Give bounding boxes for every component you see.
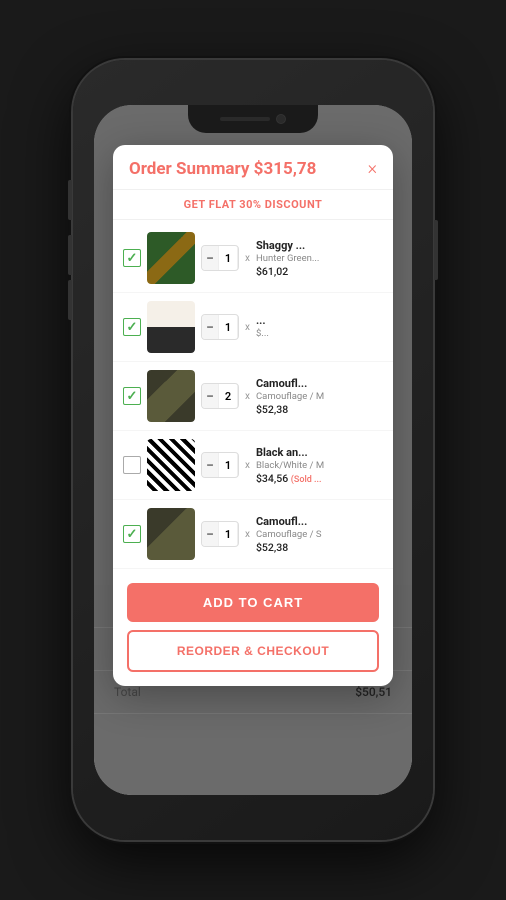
item-name-4: Black an... xyxy=(256,446,383,459)
item-price-4: $34,56 (Sold ... xyxy=(256,472,383,485)
qty-number-1: 1 xyxy=(218,246,238,270)
item-info-5: Camoufl... Camouflage / S $52,38 xyxy=(256,515,383,554)
item-image-4 xyxy=(147,439,195,491)
item-name-2: ... xyxy=(256,314,383,327)
item-image-2 xyxy=(147,301,195,353)
list-item: − 2 x Camoufl... Camouflage / M $52,38 xyxy=(113,362,393,431)
item-name-1: Shaggy ... xyxy=(256,239,383,252)
list-item: − 1 x Black an... Black/White / M $34,56… xyxy=(113,431,393,500)
item-sold-label-4: (Sold ... xyxy=(291,475,322,485)
item-info-1: Shaggy ... Hunter Green... $61,02 xyxy=(256,239,383,278)
discount-banner: GET FLAT 30% DISCOUNT xyxy=(113,190,393,220)
modal-overlay: Order Summary $315,78 × GET FLAT 30% DIS… xyxy=(94,105,412,795)
items-list: − 1 x Shaggy ... Hunter Green... $61,02 xyxy=(113,220,393,573)
x-separator-1: x xyxy=(245,253,250,264)
quantity-control-2: − 1 xyxy=(201,314,239,340)
item-info-3: Camoufl... Camouflage / M $52,38 xyxy=(256,377,383,416)
x-separator-5: x xyxy=(245,529,250,540)
modal-actions: ADD TO CART REORDER & CHECKOUT xyxy=(113,573,393,686)
item-variant-5: Camouflage / S xyxy=(256,529,383,540)
item-name-3: Camoufl... xyxy=(256,377,383,390)
add-to-cart-button[interactable]: ADD TO CART xyxy=(127,583,379,622)
list-item: − 1 x ... $... xyxy=(113,293,393,362)
item-price-value-4: $34,56 xyxy=(256,472,288,485)
qty-decrease-1[interactable]: − xyxy=(202,246,218,270)
order-summary-modal: Order Summary $315,78 × GET FLAT 30% DIS… xyxy=(113,145,393,686)
qty-decrease-5[interactable]: − xyxy=(202,522,218,546)
item-checkbox-4[interactable] xyxy=(123,456,141,474)
item-checkbox-5[interactable] xyxy=(123,525,141,543)
x-separator-2: x xyxy=(245,322,250,333)
quantity-control-3: − 2 xyxy=(201,383,239,409)
qty-number-4: 1 xyxy=(218,453,238,477)
item-name-5: Camoufl... xyxy=(256,515,383,528)
list-item: − 1 x Camoufl... Camouflage / S $52,38 xyxy=(113,500,393,569)
item-image-3 xyxy=(147,370,195,422)
item-variant-4: Black/White / M xyxy=(256,460,383,471)
notch-speaker xyxy=(220,117,270,121)
item-image-1 xyxy=(147,232,195,284)
item-info-2: ... $... xyxy=(256,314,383,340)
item-checkbox-2[interactable] xyxy=(123,318,141,336)
item-checkbox-3[interactable] xyxy=(123,387,141,405)
close-icon[interactable]: × xyxy=(368,160,377,178)
item-variant-1: Hunter Green... xyxy=(256,253,383,264)
item-price-5: $52,38 xyxy=(256,541,383,554)
qty-number-5: 1 xyxy=(218,522,238,546)
item-price-1: $61,02 xyxy=(256,265,383,278)
phone-screen: Payment Status Pending Fulfillment Statu… xyxy=(94,105,412,795)
quantity-control-5: − 1 xyxy=(201,521,239,547)
modal-header: Order Summary $315,78 × xyxy=(113,145,393,190)
modal-title: Order Summary $315,78 xyxy=(129,159,316,179)
quantity-control-1: − 1 xyxy=(201,245,239,271)
list-item: − 1 x Shaggy ... Hunter Green... $61,02 xyxy=(113,224,393,293)
notch-camera xyxy=(276,114,286,124)
item-price-3: $52,38 xyxy=(256,403,383,416)
item-variant-3: Camouflage / M xyxy=(256,391,383,402)
phone-frame: Payment Status Pending Fulfillment Statu… xyxy=(73,60,433,840)
qty-decrease-2[interactable]: − xyxy=(202,315,218,339)
quantity-control-4: − 1 xyxy=(201,452,239,478)
qty-decrease-3[interactable]: − xyxy=(202,384,218,408)
qty-number-2: 1 xyxy=(218,315,238,339)
item-image-5 xyxy=(147,508,195,560)
item-checkbox-1[interactable] xyxy=(123,249,141,267)
qty-number-3: 2 xyxy=(218,384,238,408)
x-separator-3: x xyxy=(245,391,250,402)
item-info-4: Black an... Black/White / M $34,56 (Sold… xyxy=(256,446,383,485)
reorder-checkout-button[interactable]: REORDER & CHECKOUT xyxy=(127,630,379,672)
x-separator-4: x xyxy=(245,460,250,471)
qty-decrease-4[interactable]: − xyxy=(202,453,218,477)
item-variant-2: $... xyxy=(256,328,383,339)
phone-notch xyxy=(188,105,318,133)
